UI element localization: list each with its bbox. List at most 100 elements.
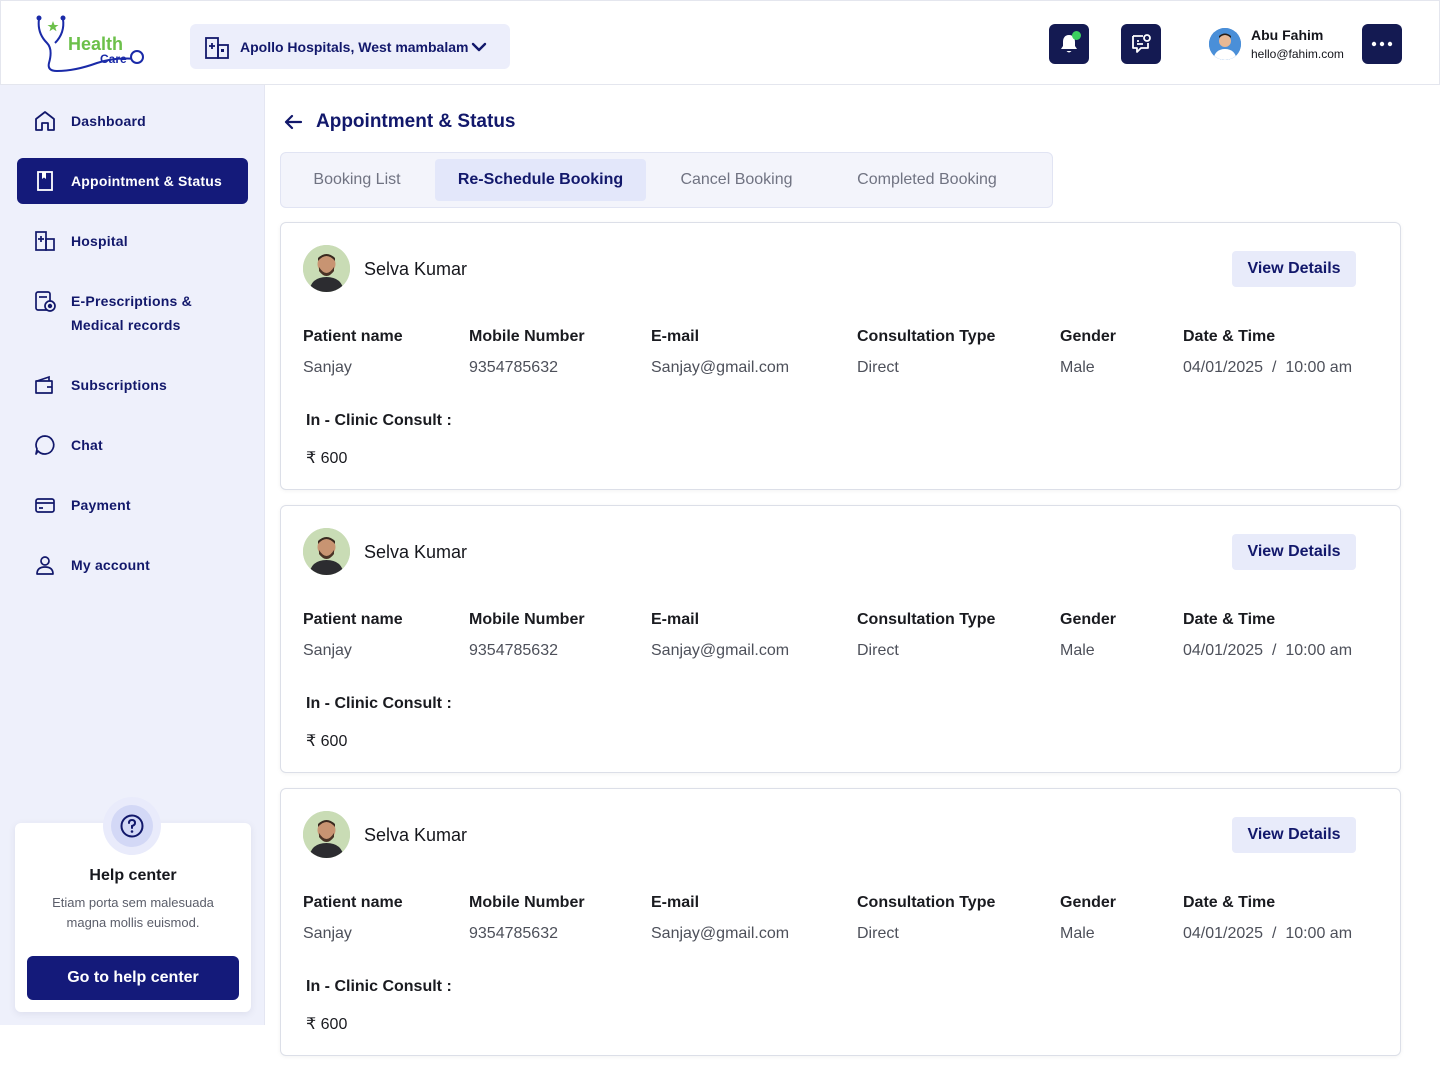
sidebar-item-label: Hospital [71,233,128,249]
patient-name-value: Sanjay [303,642,352,659]
date-time-value: 04/01/2025 / 10:00 am [1183,925,1353,942]
mobile-number-value: 9354785632 [469,359,558,376]
question-icon [120,814,144,838]
doctor-avatar [303,811,350,858]
user-avatar[interactable] [1209,28,1241,60]
date-time-value: 04/01/2025 / 10:00 am [1183,359,1353,376]
back-arrow-icon[interactable] [282,111,304,133]
email-value: Sanjay@gmail.com [651,925,790,942]
fee-value: 600 [320,733,348,750]
sidebar-item-label: Dashboard [71,113,146,129]
help-title: Help center [89,867,177,884]
view-details-button[interactable]: View Details [1232,817,1356,853]
patient-name-value: Sanjay [303,925,352,942]
date-value: 04/01/2025 [1183,925,1264,942]
user-name: Abu Fahim [1251,27,1324,43]
bookmark-icon [37,171,53,191]
doctor-photo-icon [303,811,350,858]
sidebar-item-my-account[interactable]: My account [17,553,248,577]
sidebar-item-label: Chat [71,437,103,453]
rupee-icon: ₹ [306,450,317,467]
booking-tabs: Booking List Re-Schedule Booking Cancel … [280,152,1053,208]
doctor-avatar [303,245,350,292]
time-value: 10:00 am [1285,642,1353,659]
rupee-icon: ₹ [306,1016,317,1033]
mobile-number-label: Mobile Number [469,328,585,345]
view-details-button[interactable]: View Details [1232,534,1356,570]
tab-completed-booking[interactable]: Completed Booking [832,159,1022,201]
sidebar-item-payment[interactable]: Payment [17,493,248,517]
sidebar-item-appointment-status[interactable]: Appointment & Status [17,158,248,204]
doctor-name: Selva Kumar [364,825,468,845]
notifications-button[interactable] [1049,24,1089,64]
tab-cancel-booking[interactable]: Cancel Booking [662,159,811,201]
patient-name-label: Patient name [303,611,403,628]
more-options-button[interactable] [1362,24,1402,64]
consultation-type-value: Direct [857,925,899,942]
mobile-number-label: Mobile Number [469,611,585,628]
prescription-icon [35,291,56,312]
in-clinic-consult-label: In - Clinic Consult : [306,978,452,995]
sidebar-item-subscriptions[interactable]: Subscriptions [17,373,248,397]
doctor-avatar [303,528,350,575]
consult-fee: ₹ 600 [306,448,347,468]
consultation-type-value: Direct [857,359,899,376]
time-value: 10:00 am [1285,359,1353,376]
go-to-help-center-button[interactable]: Go to help center [27,956,239,1000]
consultation-type-label: Consultation Type [857,611,996,628]
hospital-icon [35,231,55,251]
sidebar-item-label: Payment [71,497,131,513]
date-time-label: Date & Time [1183,611,1276,628]
consult-fee: ₹ 600 [306,731,347,751]
sidebar-item-e-prescriptions[interactable]: E-Prescriptions & Medical records [17,289,237,337]
time-value: 10:00 am [1285,925,1353,942]
email-label: E-mail [651,611,700,628]
doctor-photo-icon [303,528,350,575]
consultation-type-label: Consultation Type [857,894,996,911]
user-email: hello@fahim.com [1251,47,1344,61]
booking-card: Selva Kumar View Details Patient name Mo… [280,505,1401,773]
gender-label: Gender [1060,328,1117,345]
gender-label: Gender [1060,611,1117,628]
sidebar-item-label: My account [71,557,151,573]
consultation-type-value: Direct [857,642,899,659]
sidebar-item-label: Subscriptions [71,377,167,393]
patient-name-value: Sanjay [303,359,352,376]
consult-fee: ₹ 600 [306,1014,347,1034]
sidebar-item-hospital[interactable]: Hospital [17,229,248,253]
tab-booking-list[interactable]: Booking List [289,159,425,201]
email-value: Sanjay@gmail.com [651,642,790,659]
doctor-photo-icon [303,245,350,292]
doctor-name: Selva Kumar [364,542,468,562]
date-time-value: 04/01/2025 / 10:00 am [1183,642,1353,659]
date-time-label: Date & Time [1183,894,1276,911]
sidebar-item-label: Appointment & Status [71,173,222,189]
date-value: 04/01/2025 [1183,359,1264,376]
sidebar-item-chat[interactable]: Chat [17,433,248,457]
gender-label: Gender [1060,894,1117,911]
page-header: Appointment & Status [282,111,516,133]
doctor-name: Selva Kumar [364,259,468,279]
help-icon-badge [103,797,161,855]
sidebar-item-dashboard[interactable]: Dashboard [17,109,248,133]
tab-re-schedule-booking[interactable]: Re-Schedule Booking [435,159,646,201]
booking-card: Selva Kumar View Details Patient name Mo… [280,222,1401,490]
date-value: 04/01/2025 [1183,642,1264,659]
gender-value: Male [1060,642,1095,659]
wallet-icon [35,375,53,394]
page-title: Appointment & Status [316,111,516,132]
help-description: Etiam porta sem malesuada magna mollis e… [52,895,214,930]
email-value: Sanjay@gmail.com [651,359,790,376]
notification-dot [1072,31,1081,40]
top-header: Health Care Apollo Hospitals, West mamba… [0,0,1440,85]
hospital-selector[interactable]: Apollo Hospitals, West mambalam [190,24,510,69]
email-label: E-mail [651,894,700,911]
chat-bubble-icon [1132,34,1151,53]
messages-button[interactable] [1121,24,1161,64]
patient-name-label: Patient name [303,328,403,345]
gender-value: Male [1060,925,1095,942]
view-details-button[interactable]: View Details [1232,251,1356,287]
fee-value: 600 [320,450,348,467]
user-photo-icon [1209,28,1241,60]
health-care-logo[interactable]: Health Care [35,13,147,73]
